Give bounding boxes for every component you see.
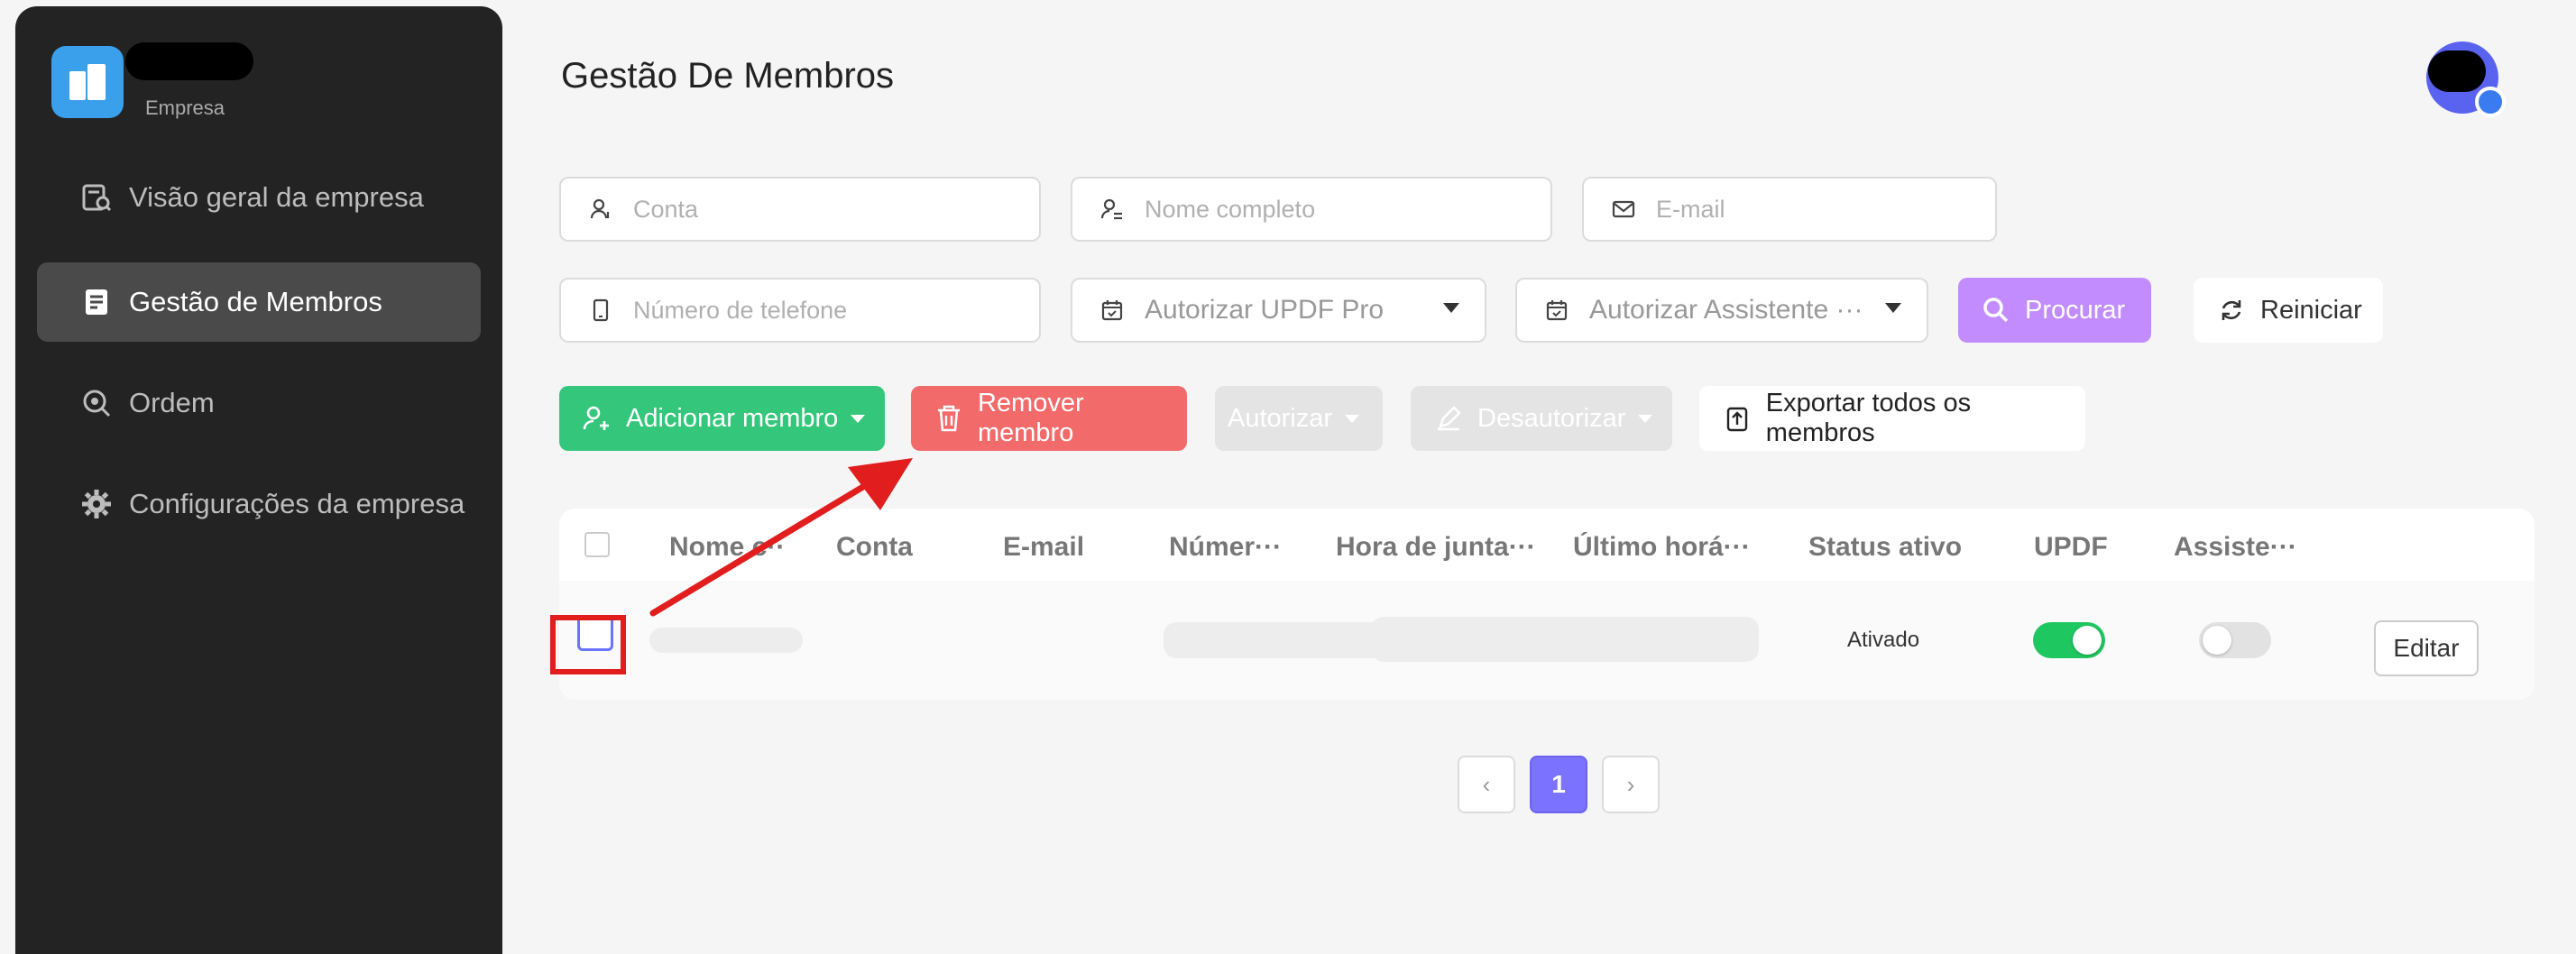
deauthorize-button[interactable]: Desautorizar: [1411, 386, 1672, 451]
remove-member-label: Remover membro: [977, 389, 1084, 447]
search-icon: [1980, 294, 2012, 326]
authorize-pro-value: Autorizar UPDF Pro: [1145, 295, 1385, 325]
account-input[interactable]: Conta: [559, 177, 1041, 242]
account-placeholder: Conta: [633, 195, 699, 223]
report-search-icon: [78, 179, 115, 216]
assistant-toggle[interactable]: [2199, 622, 2271, 658]
column-header[interactable]: UPDF: [2034, 532, 2108, 563]
column-header[interactable]: E-mail: [1003, 532, 1084, 563]
column-header[interactable]: Assiste···: [2174, 532, 2297, 563]
page-title: Gestão De Membros: [561, 56, 895, 96]
toggle-knob: [2073, 626, 2102, 655]
select-all-checkbox[interactable]: [584, 532, 610, 557]
avatar[interactable]: [2426, 41, 2506, 117]
order-icon: [78, 385, 115, 421]
column-header[interactable]: Númer···: [1169, 532, 1282, 563]
sidebar-item-label: Ordem: [129, 387, 215, 418]
caret-down-icon: [1638, 414, 1653, 423]
toggle-knob: [2203, 626, 2231, 655]
company-badge-icon: [2475, 87, 2506, 117]
calendar-check-icon: [1544, 298, 1569, 323]
export-all-button[interactable]: Exportar todos os membros: [1699, 386, 2085, 451]
refresh-icon: [2215, 294, 2248, 326]
trash-icon: [933, 402, 965, 435]
add-member-label: Adicionar membro: [626, 403, 839, 433]
authorize-label: Autorizar: [1228, 403, 1333, 433]
export-icon: [1721, 402, 1753, 435]
redacted-dates: [1371, 617, 1759, 662]
email-placeholder: E-mail: [1656, 195, 1725, 223]
export-all-label: Exportar todos os membros: [1765, 389, 1972, 447]
search-label: Procurar: [2025, 295, 2126, 325]
sidebar: Empresa Visão geral da empresa Gestão de…: [15, 6, 502, 954]
sidebar-item-label: Configurações da empresa: [129, 488, 465, 519]
sidebar-item-members[interactable]: Gestão de Membros: [37, 262, 481, 342]
company-subtitle: Empresa: [145, 96, 225, 119]
sidebar-item-overview[interactable]: Visão geral da empresa: [37, 158, 481, 237]
user-list-icon: [1099, 197, 1125, 222]
sidebar-item-label: Gestão de Membros: [129, 286, 382, 317]
status-badge: Ativado: [1847, 628, 1920, 652]
authorize-assistant-select[interactable]: Autorizar Assistente ···: [1515, 278, 1928, 343]
member-list-icon: [78, 284, 115, 320]
authorize-button[interactable]: Autorizar: [1215, 386, 1383, 451]
column-header[interactable]: Status ativo: [1808, 532, 1962, 563]
pen-off-icon: [1432, 402, 1465, 435]
gear-icon: [78, 486, 115, 522]
annotation-arrow-icon: [649, 458, 913, 617]
edit-button[interactable]: Editar: [2374, 620, 2479, 676]
column-header[interactable]: Último horá···: [1573, 532, 1751, 563]
add-user-icon: [581, 402, 613, 435]
sidebar-item-order[interactable]: Ordem: [37, 363, 481, 443]
column-header[interactable]: Hora de junta···: [1336, 532, 1536, 563]
authorize-assistant-value: Autorizar Assistente ···: [1589, 295, 1863, 325]
mail-icon: [1611, 197, 1636, 222]
authorize-pro-select[interactable]: Autorizar UPDF Pro: [1071, 278, 1486, 343]
add-member-button[interactable]: Adicionar membro: [559, 386, 885, 451]
redacted-avatar: [2428, 50, 2486, 92]
building-icon: [69, 64, 106, 100]
prev-page-button[interactable]: ‹: [1458, 756, 1515, 813]
redacted-name: [649, 628, 803, 653]
phone-icon: [588, 298, 613, 323]
fullname-input[interactable]: Nome completo: [1071, 177, 1552, 242]
reset-button[interactable]: Reiniciar: [2194, 278, 2383, 343]
phone-placeholder: Número de telefone: [633, 296, 848, 324]
email-input[interactable]: E-mail: [1582, 177, 1997, 242]
sidebar-item-settings[interactable]: Configurações da empresa: [37, 464, 481, 544]
caret-down-icon: [851, 414, 866, 423]
next-page-button[interactable]: ›: [1602, 756, 1660, 813]
updf-toggle[interactable]: [2033, 622, 2105, 658]
deauthorize-label: Desautorizar: [1477, 403, 1626, 433]
company-logo: [51, 46, 124, 118]
annotation-highlight-box: [550, 615, 626, 674]
chevron-down-icon: [1885, 303, 1901, 313]
user-icon: [588, 197, 613, 222]
redacted-company-name: [125, 42, 253, 80]
caret-down-icon: [1345, 414, 1360, 423]
sidebar-item-label: Visão geral da empresa: [129, 181, 424, 213]
reset-label: Reiniciar: [2260, 295, 2362, 325]
fullname-placeholder: Nome completo: [1145, 195, 1316, 223]
search-button[interactable]: Procurar: [1958, 278, 2151, 343]
remove-member-button[interactable]: Remover membro: [911, 386, 1187, 451]
calendar-check-icon: [1099, 298, 1125, 323]
phone-input[interactable]: Número de telefone: [559, 278, 1041, 343]
chevron-down-icon: [1443, 303, 1459, 313]
page-button-current[interactable]: 1: [1530, 756, 1587, 813]
